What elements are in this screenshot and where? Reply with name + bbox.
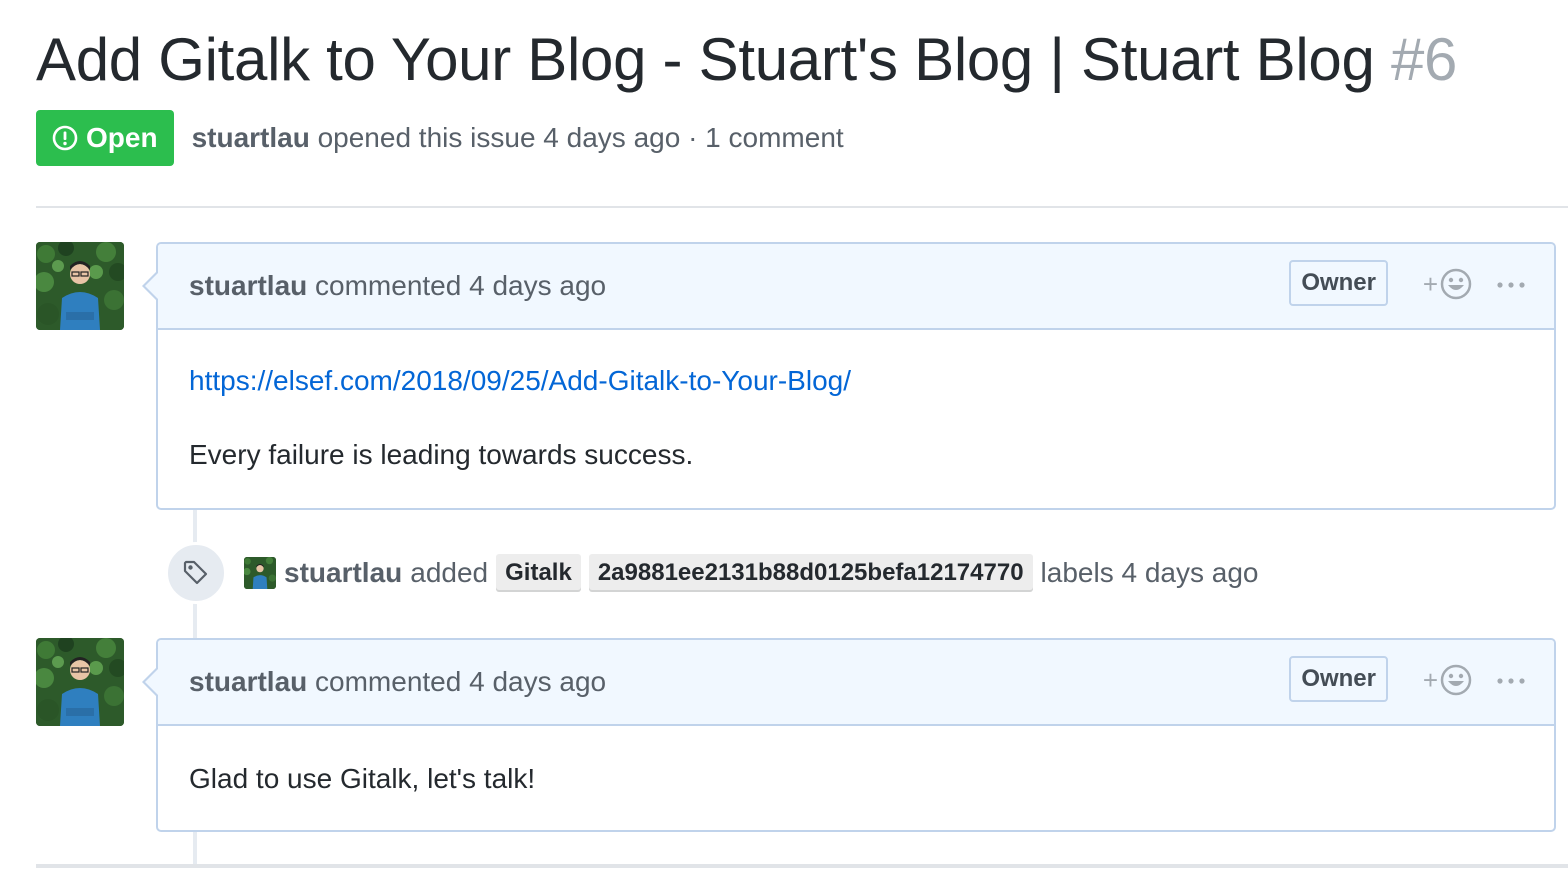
avatar-image bbox=[36, 242, 124, 330]
event-actor-link[interactable]: stuartlau bbox=[284, 557, 402, 589]
avatar[interactable] bbox=[36, 242, 124, 330]
issue-meta-text: stuartlau opened this issue 4 days ago ·… bbox=[192, 122, 844, 154]
comment-link[interactable]: https://elsef.com/2018/09/25/Add-Gitalk-… bbox=[189, 365, 851, 396]
label-hash[interactable]: 2a9881ee2131b88d0125befa12174770 bbox=[588, 554, 1033, 592]
comment-author-link[interactable]: stuartlau bbox=[189, 270, 307, 301]
issue-opened-icon bbox=[52, 125, 78, 151]
comment-author-line: stuartlau commented 4 days ago bbox=[189, 666, 606, 698]
comment-header: stuartlau commented 4 days ago Owner + bbox=[142, 244, 1554, 330]
tag-badge bbox=[165, 542, 227, 604]
tag-icon bbox=[183, 560, 208, 585]
comment-timestamp[interactable]: commented 4 days ago bbox=[315, 666, 606, 697]
event-avatar[interactable] bbox=[244, 557, 276, 589]
comment-text: Glad to use Gitalk, let's talk! bbox=[189, 763, 536, 794]
bottom-divider bbox=[36, 864, 1568, 868]
plus-icon: + bbox=[1422, 665, 1438, 695]
add-reaction-button[interactable]: + bbox=[1423, 268, 1472, 300]
avatar-image bbox=[244, 557, 276, 589]
comment-timestamp[interactable]: commented 4 days ago bbox=[315, 270, 606, 301]
state-badge: Open bbox=[36, 110, 174, 166]
issue-title-text: Add Gitalk to Your Blog - Stuart's Blog … bbox=[36, 26, 1375, 93]
label-gitalk[interactable]: Gitalk bbox=[496, 554, 581, 592]
comment-arrow-fill bbox=[145, 668, 159, 696]
owner-badge: Owner bbox=[1289, 656, 1388, 702]
issue-author-link[interactable]: stuartlau bbox=[192, 122, 310, 153]
header-divider bbox=[36, 206, 1568, 208]
smiley-icon bbox=[1440, 268, 1472, 300]
comment-author-line: stuartlau commented 4 days ago bbox=[189, 270, 606, 302]
issue-title: Add Gitalk to Your Blog - Stuart's Blog … bbox=[36, 20, 1457, 100]
issue-meta: Open stuartlau opened this issue 4 days … bbox=[36, 110, 844, 166]
avatar[interactable] bbox=[36, 638, 124, 726]
kebab-horizontal-icon[interactable] bbox=[1496, 270, 1526, 300]
owner-badge: Owner bbox=[1289, 260, 1388, 306]
avatar-image bbox=[36, 638, 124, 726]
issue-number: #6 bbox=[1390, 26, 1458, 93]
timeline-line bbox=[193, 830, 197, 866]
comment-body: https://elsef.com/2018/09/25/Add-Gitalk-… bbox=[158, 364, 1554, 472]
kebab-horizontal-icon[interactable] bbox=[1496, 666, 1526, 696]
comment-body: Glad to use Gitalk, let's talk! bbox=[158, 762, 1554, 796]
issue-opened-text: opened this issue 4 days ago · 1 comment bbox=[317, 122, 844, 153]
comment-header: stuartlau commented 4 days ago Owner + bbox=[142, 640, 1554, 726]
comment-author-link[interactable]: stuartlau bbox=[189, 666, 307, 697]
event-verb: added bbox=[410, 557, 489, 588]
event-text: stuartlau added Gitalk 2a9881ee2131b88d0… bbox=[284, 554, 1258, 592]
label-event: stuartlau added Gitalk 2a9881ee2131b88d0… bbox=[165, 542, 1258, 604]
comment: stuartlau commented 4 days ago Owner + h… bbox=[142, 242, 1556, 510]
state-label: Open bbox=[86, 122, 158, 153]
comment-arrow-fill bbox=[145, 272, 159, 300]
comment-text: Every failure is leading towards success… bbox=[189, 439, 694, 470]
comment: stuartlau commented 4 days ago Owner + G… bbox=[142, 638, 1556, 832]
smiley-icon bbox=[1440, 664, 1472, 696]
event-suffix: labels 4 days ago bbox=[1040, 557, 1259, 588]
add-reaction-button[interactable]: + bbox=[1423, 664, 1472, 696]
plus-icon: + bbox=[1422, 269, 1438, 299]
